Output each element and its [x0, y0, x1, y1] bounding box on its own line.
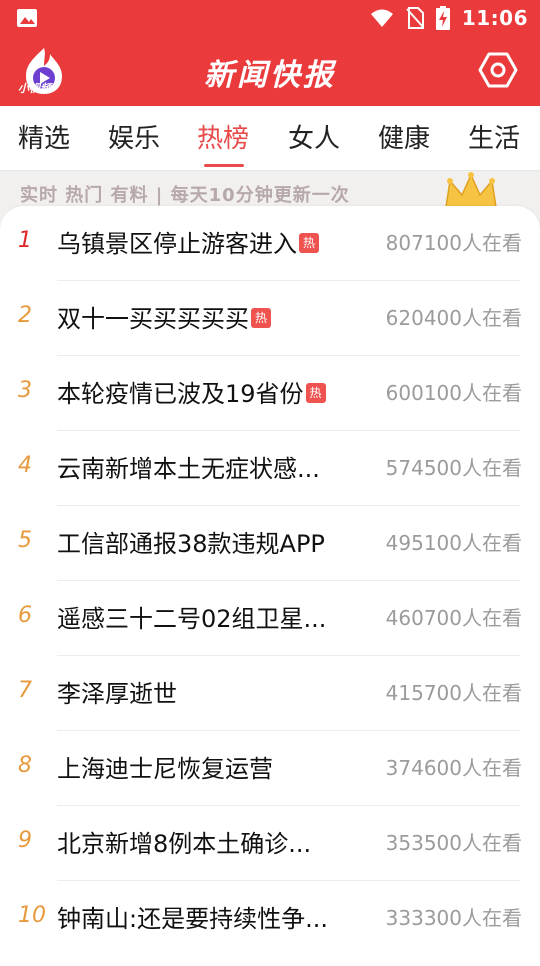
- rank-number: 6: [18, 603, 32, 628]
- rank-number: 9: [18, 828, 32, 853]
- rank-number: 3: [18, 378, 32, 403]
- list-item-title: 李泽厚逝世: [57, 680, 177, 708]
- view-count: 495100人在看: [385, 531, 522, 555]
- rank-number: 2: [18, 303, 32, 328]
- rank-number: 5: [18, 528, 32, 553]
- hot-list-card: 1 乌镇景区停止游客进入热 807100人在看 2 双十一买买买买买热 6204…: [0, 206, 540, 966]
- view-count: 600100人在看: [385, 381, 522, 405]
- list-item[interactable]: 8 上海迪士尼恢复运营 374600人在看: [0, 731, 540, 806]
- hot-badge: 热: [251, 308, 271, 328]
- banner-text: 实时 热门 有料 | 每天10分钟更新一次: [20, 185, 350, 206]
- list-item[interactable]: 1 乌镇景区停止游客进入热 807100人在看: [0, 206, 540, 281]
- list-item[interactable]: 6 遥感三十二号02组卫星... 460700人在看: [0, 581, 540, 656]
- status-time: 11:06: [461, 6, 528, 30]
- list-item[interactable]: 4 云南新增本土无症状感... 574500人在看: [0, 431, 540, 506]
- list-item-title: 乌镇景区停止游客进入热: [57, 224, 319, 259]
- list-item-title: 钟南山:还是要持续性争...: [57, 905, 328, 933]
- view-count: 807100人在看: [385, 231, 522, 255]
- rank-number: 4: [18, 453, 32, 478]
- active-tab-indicator: [204, 164, 244, 167]
- view-count: 374600人在看: [385, 756, 522, 780]
- hot-badge: 热: [305, 383, 326, 403]
- view-count: 574500人在看: [385, 456, 522, 480]
- tab-hot-list[interactable]: 热榜: [197, 118, 249, 155]
- view-count: 460700人在看: [385, 606, 522, 630]
- list-item-title: 上海迪士尼恢复运营: [57, 755, 273, 783]
- tab-entertainment[interactable]: 娱乐: [108, 118, 160, 155]
- view-count: 620400人在看: [385, 306, 522, 330]
- category-tabs: 精选 娱乐 热榜 女人 健康 生活: [0, 106, 540, 171]
- hot-badge: 热: [299, 233, 319, 253]
- app-bar: 小视频 新闻快报: [0, 36, 540, 106]
- tab-women[interactable]: 女人: [288, 118, 340, 155]
- list-item[interactable]: 10 钟南山:还是要持续性争... 333300人在看: [0, 881, 540, 956]
- title-text: 乌镇景区停止游客进入: [57, 230, 297, 258]
- rank-number: 1: [18, 228, 32, 253]
- list-item[interactable]: 5 工信部通报38款违规APP 495100人在看: [0, 506, 540, 581]
- list-item[interactable]: 7 李泽厚逝世 415700人在看: [0, 656, 540, 731]
- list-item-title: 双十一买买买买买热: [57, 299, 271, 334]
- list-item[interactable]: 9 北京新增8例本土确诊... 353500人在看: [0, 806, 540, 881]
- title-text: 本轮疫情已波及19省份: [57, 380, 304, 408]
- list-item-title: 遥感三十二号02组卫星...: [57, 605, 327, 633]
- view-count: 353500人在看: [385, 831, 522, 855]
- tab-life[interactable]: 生活: [468, 118, 520, 155]
- gallery-icon: [17, 9, 37, 27]
- rank-number: 7: [18, 678, 32, 703]
- view-count: 333300人在看: [385, 906, 522, 930]
- rank-number: 10: [18, 903, 46, 928]
- no-sim-icon: [406, 7, 424, 29]
- settings-icon[interactable]: [478, 50, 518, 90]
- battery-charging-icon: [435, 6, 450, 30]
- app-title: 新闻快报: [204, 58, 336, 93]
- list-item[interactable]: 3 本轮疫情已波及19省份热 600100人在看: [0, 356, 540, 431]
- tab-selected[interactable]: 精选: [18, 118, 70, 155]
- status-bar: 11:06: [0, 0, 540, 36]
- list-item-title: 本轮疫情已波及19省份热: [57, 374, 326, 409]
- title-text: 双十一买买买买买: [57, 305, 249, 333]
- header: 11:06 小视频 新闻快报: [0, 0, 540, 106]
- view-count: 415700人在看: [385, 681, 522, 705]
- tab-health[interactable]: 健康: [378, 118, 430, 155]
- rank-number: 8: [18, 753, 32, 778]
- wifi-icon: [370, 9, 393, 27]
- list-item[interactable]: 2 双十一买买买买买热 620400人在看: [0, 281, 540, 356]
- list-item-title: 云南新增本土无症状感...: [57, 455, 320, 483]
- list-item-title: 工信部通报38款违规APP: [57, 530, 325, 558]
- list-item-title: 北京新增8例本土确诊...: [57, 830, 312, 858]
